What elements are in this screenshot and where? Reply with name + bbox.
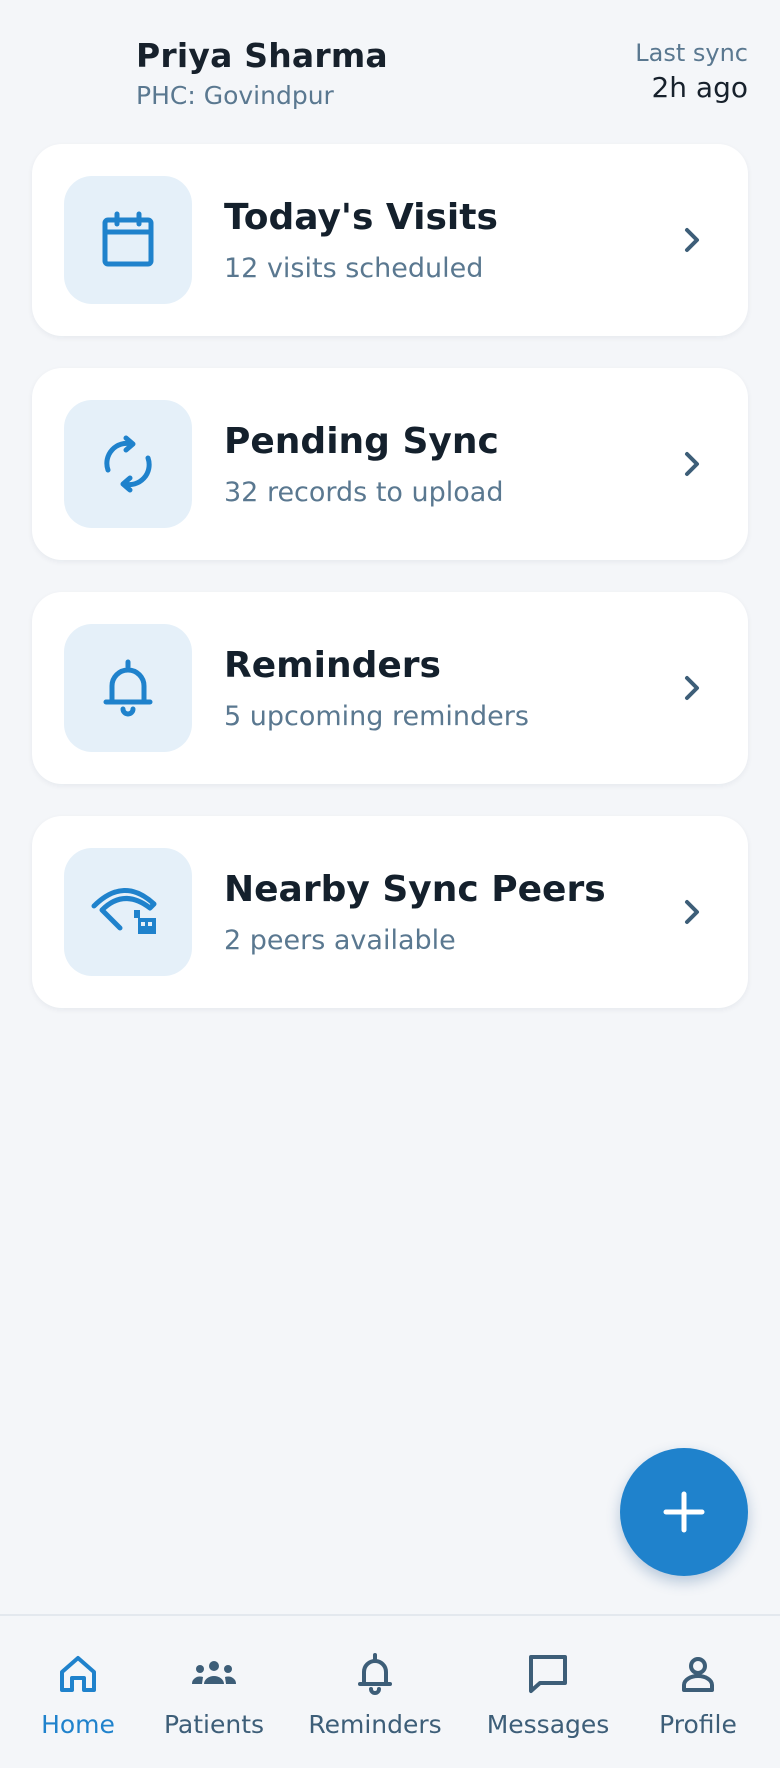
reminders-card[interactable]: Reminders 5 upcoming reminders [32,592,748,784]
last-sync-label: Last sync [635,39,748,67]
calendar-icon [102,211,154,267]
pending-sync-card[interactable]: Pending Sync 32 records to upload [32,368,748,560]
home-icon [60,1656,96,1692]
bottom-nav: Home Patients Reminders Messages Profile [0,1614,780,1768]
nav-label-reminders: Reminders [308,1710,442,1739]
bell-icon-tile [64,624,192,752]
nearby-sync-peers-card[interactable]: Nearby Sync Peers 2 peers available [32,816,748,1008]
person-icon [682,1657,714,1692]
last-sync-value: 2h ago [651,71,748,104]
nav-item-reminders[interactable]: Reminders [308,1616,442,1768]
nav-item-patients[interactable]: Patients [162,1616,266,1768]
card-subtitle: 5 upcoming reminders [224,701,529,732]
card-title: Nearby Sync Peers [224,869,606,910]
bell-icon [103,659,153,717]
people-icon [191,1661,237,1684]
nav-label-profile: Profile [659,1710,737,1739]
add-fab-button[interactable] [620,1448,748,1576]
wifi-peers-icon-tile [64,848,192,976]
sync-icon-tile [64,400,192,528]
card-subtitle: 32 records to upload [224,477,504,508]
plus-icon [663,1491,705,1533]
card-title: Today's Visits [224,197,498,238]
sync-icon [104,435,152,493]
card-title: Pending Sync [224,421,499,462]
chevron-right-icon [685,900,699,924]
chevron-right-icon [685,676,699,700]
card-subtitle: 12 visits scheduled [224,253,484,284]
nav-item-messages[interactable]: Messages [486,1616,610,1768]
card-subtitle: 2 peers available [224,925,456,956]
chevron-right-icon [685,452,699,476]
nav-item-home[interactable]: Home [38,1616,118,1768]
nav-item-profile[interactable]: Profile [654,1616,742,1768]
app-header: Priya Sharma PHC: Govindpur Last sync 2h… [0,0,780,130]
card-title: Reminders [224,645,441,686]
chevron-right-icon [685,228,699,252]
nav-label-home: Home [41,1710,115,1739]
calendar-icon-tile [64,176,192,304]
phc-label: PHC: Govindpur [136,81,334,110]
user-name: Priya Sharma [136,36,388,75]
bell-icon [358,1653,392,1695]
todays-visits-card[interactable]: Today's Visits 12 visits scheduled [32,144,748,336]
wifi-peers-icon [91,888,157,934]
message-icon [529,1655,567,1693]
nav-label-messages: Messages [486,1710,610,1739]
nav-label-patients: Patients [163,1710,265,1739]
